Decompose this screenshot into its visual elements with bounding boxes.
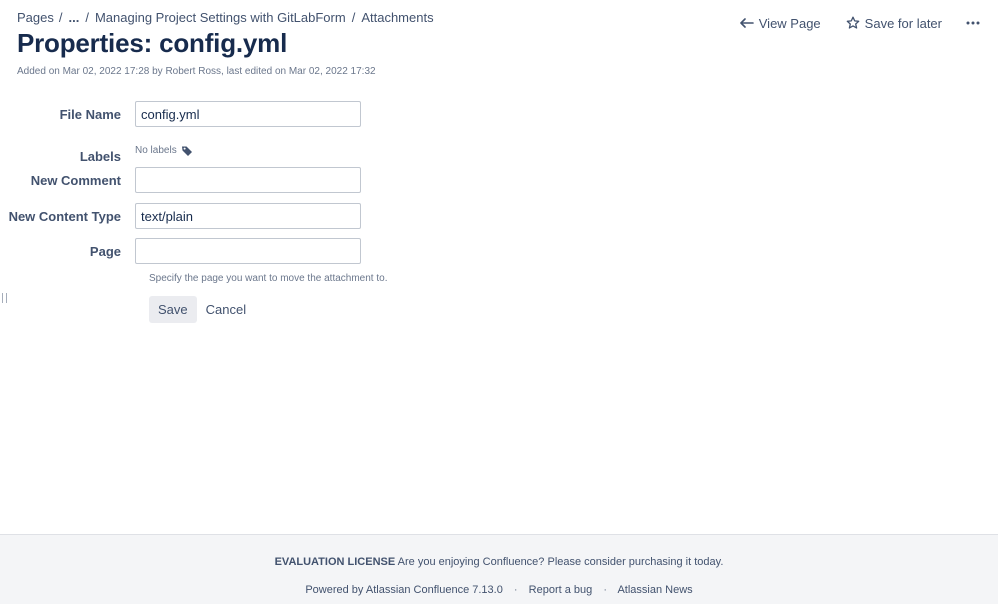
breadcrumb-separator: / bbox=[351, 10, 356, 25]
new-comment-input[interactable] bbox=[135, 167, 361, 193]
arrow-back-icon bbox=[739, 15, 755, 31]
powered-by-link[interactable]: Powered by Atlassian Confluence 7.13.0 bbox=[305, 584, 503, 596]
breadcrumb: Pages / ... / Managing Project Settings … bbox=[17, 10, 434, 25]
labels-row: Labels No labels bbox=[0, 137, 193, 164]
view-page-button[interactable]: View Page bbox=[739, 15, 821, 31]
tag-icon[interactable] bbox=[181, 145, 193, 157]
breadcrumb-separator: / bbox=[85, 10, 89, 25]
footer: EVALUATION LICENSE Are you enjoying Conf… bbox=[0, 534, 998, 604]
report-bug-link[interactable]: Report a bug bbox=[529, 584, 593, 596]
page-actions: View Page Save for later bbox=[715, 15, 980, 31]
evaluation-license: EVALUATION LICENSE Are you enjoying Conf… bbox=[0, 556, 998, 568]
page-metadata: Added on Mar 02, 2022 17:28 by Robert Ro… bbox=[17, 66, 376, 77]
breadcrumb-current[interactable]: Attachments bbox=[361, 10, 433, 25]
page-title: Properties: config.yml bbox=[17, 28, 288, 58]
labels-value: No labels bbox=[135, 145, 193, 157]
new-comment-row: New Comment bbox=[0, 167, 361, 193]
save-for-later-label: Save for later bbox=[864, 15, 942, 31]
save-for-later-button[interactable]: Save for later bbox=[845, 15, 942, 31]
page-label: Page bbox=[89, 243, 121, 259]
breadcrumb-parent[interactable]: Managing Project Settings with GitLabFor… bbox=[95, 10, 346, 25]
breadcrumb-separator: / bbox=[58, 10, 63, 25]
footer-separator: · bbox=[513, 584, 518, 596]
file-name-label: File Name bbox=[59, 106, 121, 122]
file-name-input[interactable] bbox=[135, 101, 361, 127]
new-comment-label: New Comment bbox=[30, 172, 121, 188]
more-actions-button[interactable] bbox=[966, 21, 980, 25]
page: Pages / ... / Managing Project Settings … bbox=[0, 0, 998, 604]
breadcrumb-ellipsis[interactable]: ... bbox=[69, 10, 80, 25]
page-input[interactable] bbox=[135, 238, 361, 264]
file-name-row: File Name bbox=[0, 101, 361, 127]
atlassian-news-link[interactable]: Atlassian News bbox=[617, 584, 692, 596]
page-row: Page bbox=[0, 238, 361, 264]
new-content-type-row: New Content Type bbox=[0, 203, 361, 229]
license-message: Are you enjoying Confluence? Please cons… bbox=[397, 556, 724, 568]
cancel-button[interactable]: Cancel bbox=[206, 302, 246, 317]
view-page-label: View Page bbox=[758, 15, 821, 31]
footer-links: Powered by Atlassian Confluence 7.13.0 ·… bbox=[0, 584, 998, 596]
page-hint: Specify the page you want to move the at… bbox=[149, 273, 388, 284]
breadcrumb-pages[interactable]: Pages bbox=[17, 10, 54, 25]
license-title: EVALUATION LICENSE bbox=[274, 556, 396, 568]
save-button[interactable]: Save bbox=[149, 296, 197, 323]
star-outline-icon bbox=[845, 15, 861, 31]
form-buttons: Save Cancel bbox=[149, 296, 246, 323]
new-content-type-label: New Content Type bbox=[8, 208, 121, 224]
footer-separator: · bbox=[603, 584, 607, 596]
more-horizontal-icon bbox=[966, 21, 980, 25]
no-labels-text: No labels bbox=[135, 145, 177, 156]
new-content-type-input[interactable] bbox=[135, 203, 361, 229]
sidebar-resize-handle[interactable] bbox=[2, 293, 7, 303]
labels-label: Labels bbox=[79, 149, 121, 164]
